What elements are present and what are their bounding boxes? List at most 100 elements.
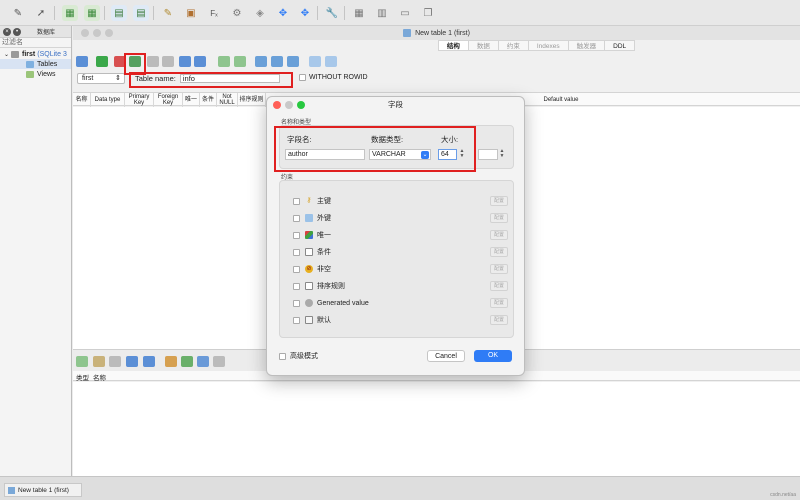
tab-structure[interactable]: 结构 bbox=[437, 40, 469, 51]
dock-window-item[interactable]: New table 1 (first) bbox=[4, 483, 82, 497]
column-header-unique[interactable]: 唯一 bbox=[183, 93, 200, 107]
constraint-row-unique[interactable]: 唯一 配置 bbox=[293, 229, 508, 241]
column-header-primary-key[interactable]: Primary Key bbox=[125, 93, 154, 107]
rollback-icon[interactable] bbox=[114, 56, 126, 67]
tab-constraints[interactable]: 约束 bbox=[498, 40, 529, 51]
edit-column-icon[interactable] bbox=[147, 56, 159, 67]
column-header-name[interactable]: 名称 bbox=[73, 93, 91, 107]
constraint-row-not-null[interactable]: ⊘ 非空 配置 bbox=[293, 263, 508, 275]
zoom-window-button[interactable] bbox=[105, 29, 113, 37]
unique-checkbox[interactable] bbox=[293, 231, 300, 239]
default-checkbox[interactable] bbox=[293, 316, 300, 324]
field-name-input[interactable]: author bbox=[285, 149, 365, 160]
foreign-key-checkbox[interactable] bbox=[293, 214, 300, 222]
schema-select[interactable]: first ⇕ bbox=[77, 73, 125, 84]
settings-icon[interactable]: • bbox=[13, 27, 21, 36]
close-icon[interactable]: × bbox=[3, 27, 11, 36]
delete-constraint-icon[interactable] bbox=[109, 356, 121, 367]
ok-button[interactable]: OK bbox=[474, 350, 512, 362]
rocket-icon[interactable]: ➚ bbox=[33, 5, 49, 21]
layout-icon[interactable]: ▥ bbox=[374, 5, 390, 21]
move-down-icon[interactable] bbox=[194, 56, 206, 67]
constraint-row-collation[interactable]: 排序规则 配置 bbox=[293, 280, 508, 292]
constraints-header-type[interactable]: 类型 bbox=[76, 372, 89, 382]
advanced-mode-option[interactable]: 高级模式 bbox=[279, 351, 318, 361]
advanced-mode-checkbox[interactable] bbox=[279, 352, 286, 360]
db-add-icon[interactable]: ▦ bbox=[62, 5, 78, 21]
tree-item-views[interactable]: Views bbox=[0, 69, 71, 79]
constraints-header-name[interactable]: 名称 bbox=[93, 372, 106, 382]
cube-icon[interactable]: ◈ bbox=[252, 5, 268, 21]
configure-button[interactable]: 配置 bbox=[490, 298, 508, 308]
tree-item-first[interactable]: ⌄ first (SQLite 3 bbox=[0, 49, 71, 59]
configure-button[interactable]: 配置 bbox=[490, 281, 508, 291]
notepad-icon[interactable]: ✎ bbox=[160, 5, 176, 21]
tab-indexes[interactable]: Indexes bbox=[528, 40, 569, 51]
apply-icon[interactable] bbox=[96, 56, 108, 67]
edit-constraint-icon[interactable] bbox=[93, 356, 105, 367]
size2-input[interactable] bbox=[478, 149, 498, 160]
pen-icon[interactable]: ✎ bbox=[10, 5, 26, 21]
column-header-not-null[interactable]: Not NULL bbox=[217, 93, 238, 107]
add-constraint-icon[interactable] bbox=[76, 356, 88, 367]
dialog-close-button[interactable] bbox=[273, 101, 281, 109]
grid-icon[interactable]: ▦ bbox=[351, 5, 367, 21]
copy-icon[interactable]: ❐ bbox=[420, 5, 436, 21]
constraint-row-foreign-key[interactable]: 外键 配置 bbox=[293, 212, 508, 224]
tab-triggers[interactable]: 触发器 bbox=[568, 40, 606, 51]
column-header-data-type[interactable]: Data type bbox=[91, 93, 125, 107]
cross-arrows-icon[interactable]: ✥ bbox=[275, 5, 291, 21]
column-header-collation[interactable]: 排序规则 bbox=[238, 93, 266, 107]
condition-checkbox[interactable] bbox=[293, 248, 300, 256]
primary-key-constraint-icon[interactable] bbox=[165, 356, 177, 367]
without-rowid-option[interactable]: WITHOUT ROWID bbox=[299, 74, 368, 81]
collation-checkbox[interactable] bbox=[293, 282, 300, 290]
wrench-icon[interactable]: 🔧 bbox=[324, 5, 340, 21]
tool-icon[interactable] bbox=[271, 56, 283, 67]
gear-icon[interactable]: ⚙ bbox=[229, 5, 245, 21]
size-stepper[interactable]: ▲ ▼ bbox=[459, 149, 465, 160]
constraint-row-condition[interactable]: 条件 配置 bbox=[293, 246, 508, 258]
add-column-icon[interactable] bbox=[129, 56, 141, 67]
import-icon[interactable]: ▣ bbox=[183, 5, 199, 21]
column-header-foreign-key[interactable]: Foreign Key bbox=[154, 93, 183, 107]
column-header-default-value[interactable]: Default value bbox=[531, 93, 591, 107]
cross-arrows-blue-icon[interactable]: ✥ bbox=[297, 5, 313, 21]
function-icon[interactable]: Fₓ bbox=[206, 5, 222, 21]
edit-constraint-icon[interactable] bbox=[234, 56, 246, 67]
window-icon[interactable]: ▭ bbox=[397, 5, 413, 21]
tab-data[interactable]: 数据 bbox=[468, 40, 499, 51]
not-null-checkbox[interactable] bbox=[293, 265, 300, 273]
constraint-row-default[interactable]: 默认 配置 bbox=[293, 314, 508, 326]
configure-button[interactable]: 配置 bbox=[490, 196, 508, 206]
constraint-row-primary-key[interactable]: ⚷ 主键 配置 bbox=[293, 195, 508, 207]
minimize-window-button[interactable] bbox=[93, 29, 101, 37]
commit-icon[interactable] bbox=[76, 56, 88, 67]
cancel-button[interactable]: Cancel bbox=[427, 350, 465, 362]
tool-icon[interactable] bbox=[287, 56, 299, 67]
close-window-button[interactable] bbox=[81, 29, 89, 37]
configure-button[interactable]: 配置 bbox=[490, 315, 508, 325]
tab-ddl[interactable]: DDL bbox=[605, 40, 636, 51]
configure-button[interactable]: 配置 bbox=[490, 247, 508, 257]
unique-constraint-icon[interactable] bbox=[197, 356, 209, 367]
delete-column-icon[interactable] bbox=[162, 56, 174, 67]
check-constraint-icon[interactable] bbox=[213, 356, 225, 367]
filter-input[interactable]: 过滤名 bbox=[0, 38, 71, 48]
chevron-down-icon[interactable]: ⌄ bbox=[4, 51, 9, 58]
configure-button[interactable]: 配置 bbox=[490, 230, 508, 240]
move-down-icon[interactable] bbox=[143, 356, 155, 367]
data-type-select[interactable]: VARCHAR ⌄ bbox=[369, 149, 431, 160]
db-remove-icon[interactable]: ▦ bbox=[84, 5, 100, 21]
table-add-icon[interactable]: ▤ bbox=[111, 5, 127, 21]
configure-button[interactable]: 配置 bbox=[490, 213, 508, 223]
tool-icon[interactable] bbox=[325, 56, 337, 67]
column-header-condition[interactable]: 条件 bbox=[200, 93, 217, 107]
generated-value-checkbox[interactable] bbox=[293, 299, 300, 307]
primary-key-checkbox[interactable] bbox=[293, 197, 300, 205]
size2-stepper[interactable]: ▲ ▼ bbox=[499, 149, 505, 160]
size-input[interactable]: 64 bbox=[438, 149, 457, 160]
dialog-minimize-button[interactable] bbox=[285, 101, 293, 109]
configure-button[interactable]: 配置 bbox=[490, 264, 508, 274]
table-name-input[interactable]: info bbox=[179, 74, 280, 83]
